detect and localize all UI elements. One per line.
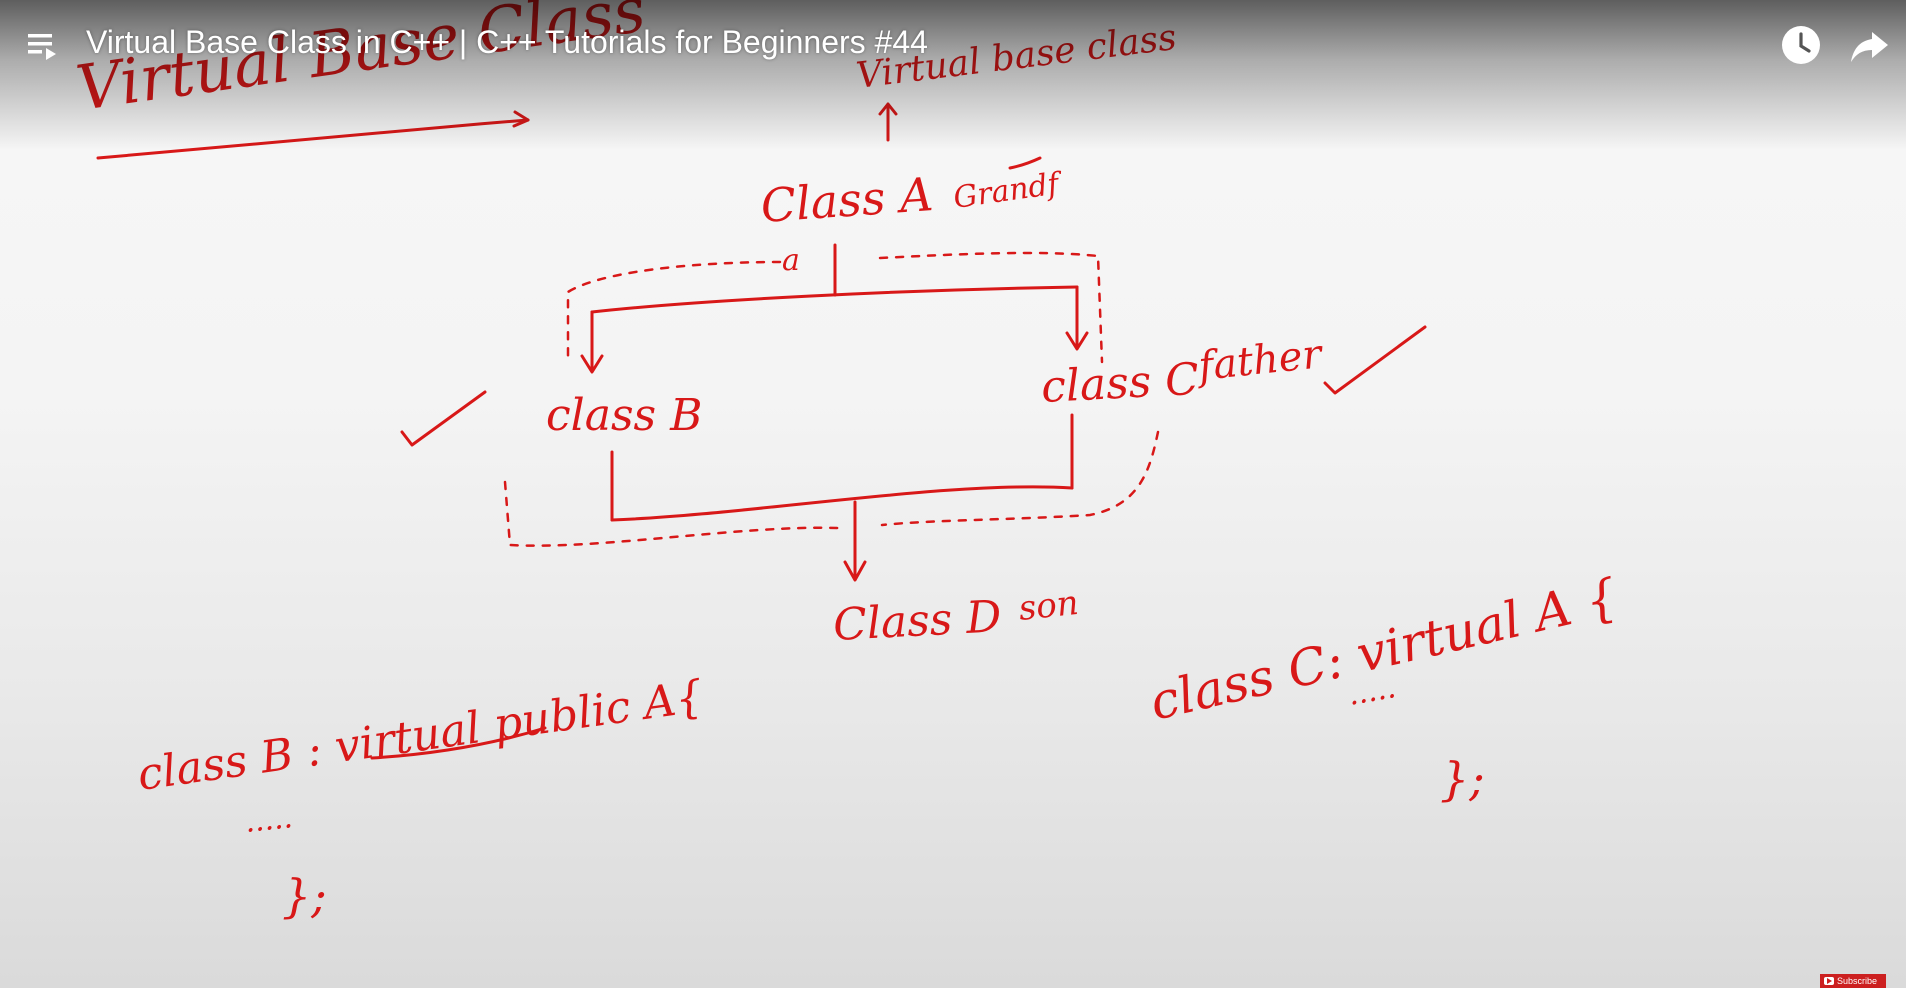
class-c-role: father: [1193, 331, 1326, 390]
class-c-label: class C: [1040, 354, 1200, 413]
video-player[interactable]: Virtual Base Class Virtual base class Cl…: [0, 0, 1906, 988]
subscribe-badge[interactable]: Subscribe: [1820, 974, 1886, 988]
clock-icon: [1782, 26, 1820, 64]
subscribe-label: Subscribe: [1837, 976, 1878, 986]
checkmark-icon: [1323, 325, 1427, 395]
heading-underline: [96, 118, 530, 160]
class-d-label: Class D: [832, 591, 1003, 651]
whiteboard: Virtual Base Class Virtual base class Cl…: [72, 0, 1623, 923]
code-class-b: class B : virtual public A{: [134, 671, 706, 801]
edge-a-to-c: [1065, 285, 1089, 351]
heading-underline-arrowhead: [512, 110, 530, 128]
class-b-label: class B: [546, 390, 702, 441]
edge-a-to-b: [580, 310, 604, 374]
edge-to-d: [843, 500, 867, 582]
dotted-path-b-to-d: [503, 480, 840, 547]
player-top-bar: Virtual Base Class in C++ | C++ Tutorial…: [0, 0, 1906, 90]
share-button[interactable]: [1848, 24, 1890, 66]
watch-later-button[interactable]: [1780, 24, 1822, 66]
playlist-icon: [28, 34, 56, 60]
code-class-c-dots: .....: [1345, 670, 1398, 713]
note-arrow: [878, 102, 898, 142]
edge-bd-bar: [610, 485, 1074, 522]
class-a-label: Class A: [759, 167, 935, 233]
member-a-label: a: [782, 243, 800, 278]
playlist-button[interactable]: [24, 26, 64, 66]
class-d-role: son: [1017, 583, 1081, 629]
youtube-logo-icon: [1824, 977, 1834, 985]
code-class-c-end: };: [1440, 752, 1485, 806]
video-title[interactable]: Virtual Base Class in C++ | C++ Tutorial…: [86, 24, 928, 61]
class-a-role: Grandf: [951, 166, 1066, 216]
dotted-path-c-to-d: [880, 430, 1160, 527]
code-class-b-end: };: [282, 869, 327, 923]
dotted-path-a-to-c: [878, 251, 1104, 364]
checkmark-icon: [400, 390, 487, 447]
share-icon: [1851, 32, 1888, 62]
code-class-b-dots: .....: [243, 800, 294, 840]
